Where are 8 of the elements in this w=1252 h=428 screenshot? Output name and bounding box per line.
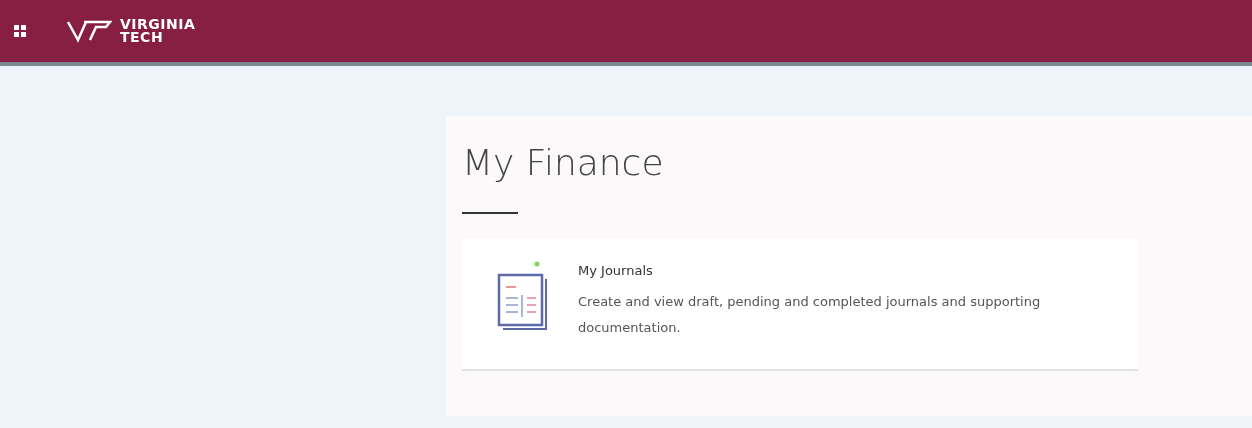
card-description: Create and view draft, pending and completed journals and supporting documentation. (578, 292, 1042, 337)
page-title: My Finance (462, 141, 665, 185)
apps-menu-icon[interactable] (14, 25, 26, 37)
logo-mark-icon (66, 19, 112, 43)
journal-card[interactable]: My Journals Create and view draft, pending and completed journals and supporting documentation. (462, 239, 1138, 371)
card-title: My Journals (578, 262, 654, 281)
logo-text: VIRGINIA (120, 18, 196, 31)
logo-text: TECH (120, 31, 165, 44)
